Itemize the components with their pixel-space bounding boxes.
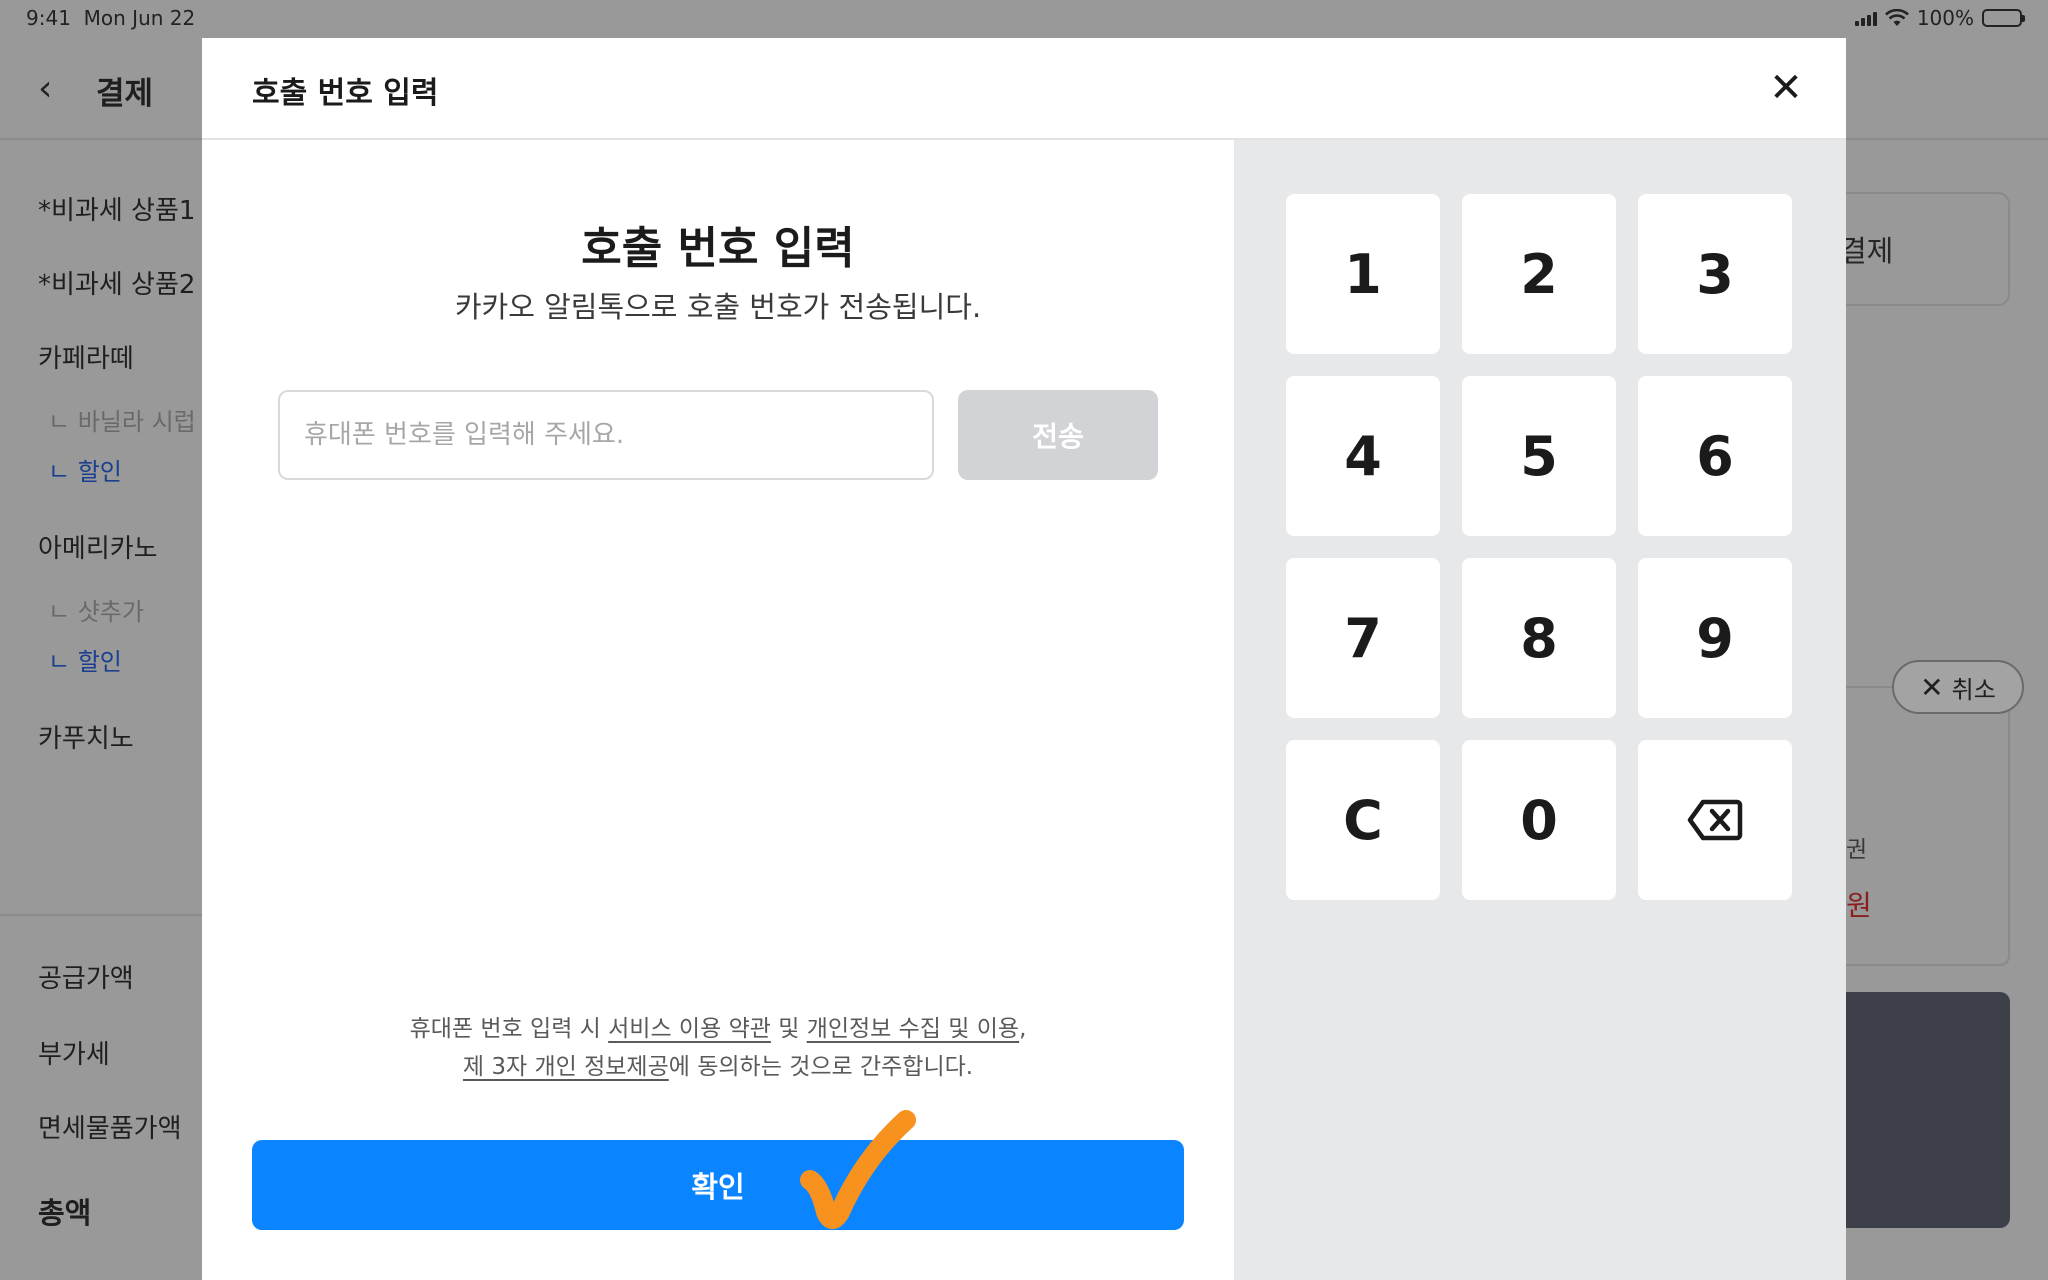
modal-title: 호출 번호 입력: [252, 76, 439, 111]
order-item-option: ㄴ 샷추가: [48, 598, 144, 626]
keypad-key-0[interactable]: 0: [1462, 740, 1616, 900]
order-item: 아메리카노: [38, 534, 158, 564]
keypad-key-3[interactable]: 3: [1638, 194, 1792, 354]
payment-card-label: 결제: [1840, 234, 1894, 268]
cancel-label: 취소: [1951, 675, 1996, 704]
order-item-discount: ㄴ 할인: [48, 458, 122, 486]
tax-free-amount-label: 면세물품가액: [38, 1114, 182, 1144]
keypad-key-8[interactable]: 8: [1462, 558, 1616, 718]
cancel-button[interactable]: ✕ 취소: [1892, 660, 2024, 714]
phone-number-input[interactable]: [278, 390, 934, 480]
coupon-amount: 원: [1846, 889, 1872, 922]
page-title: 결제: [96, 76, 154, 112]
terms-text: 및: [770, 1016, 807, 1042]
number-keypad: 1 2 3 4 5 6 7 8 9 C 0: [1234, 140, 1846, 1280]
terms-text: 휴대폰 번호 입력 시: [409, 1016, 609, 1042]
pane-subtitle: 카카오 알림톡으로 호출 번호가 전송됩니다.: [454, 290, 982, 324]
keypad-key-9[interactable]: 9: [1638, 558, 1792, 718]
terms-text: 에 동의하는 것으로 간주합니다.: [668, 1054, 974, 1080]
order-item: *비과세 상품1: [38, 196, 196, 226]
call-number-modal: 호출 번호 입력 ✕ 호출 번호 입력 카카오 알림톡으로 호출 번호가 전송됩…: [202, 38, 1846, 1280]
backspace-icon: [1687, 799, 1743, 841]
order-item: *비과세 상품2: [38, 270, 196, 300]
terms-notice: 휴대폰 번호 입력 시 서비스 이용 약관 및 개인정보 수집 및 이용, 제 …: [202, 1010, 1234, 1086]
keypad-key-clear[interactable]: C: [1286, 740, 1440, 900]
close-icon: ✕: [1920, 670, 1944, 704]
order-item: 카푸치노: [38, 724, 134, 754]
order-item: 카페라떼: [38, 344, 134, 374]
keypad-key-backspace[interactable]: [1638, 740, 1792, 900]
battery-percent: 100%: [1916, 6, 1974, 30]
summary-divider: [0, 914, 210, 916]
cellular-signal-icon: [1854, 10, 1877, 26]
back-chevron-icon[interactable]: ‹: [38, 71, 66, 107]
order-item-option: ㄴ 바닐라 시럽: [48, 408, 196, 436]
keypad-key-2[interactable]: 2: [1462, 194, 1616, 354]
terms-text: ,: [1019, 1016, 1027, 1042]
send-button[interactable]: 전송: [958, 390, 1158, 480]
keypad-key-1[interactable]: 1: [1286, 194, 1440, 354]
keypad-key-6[interactable]: 6: [1638, 376, 1792, 536]
total-label: 총액: [38, 1196, 92, 1230]
wifi-icon: [1884, 9, 1909, 26]
supply-amount-label: 공급가액: [38, 964, 134, 994]
vat-label: 부가세: [38, 1040, 110, 1070]
keypad-key-7[interactable]: 7: [1286, 558, 1440, 718]
coupon-label: 권: [1846, 837, 1868, 863]
payment-detail-panel: [1820, 686, 2010, 966]
keypad-key-4[interactable]: 4: [1286, 376, 1440, 536]
phone-entry-pane: 호출 번호 입력 카카오 알림톡으로 호출 번호가 전송됩니다. 전송 휴대폰 …: [202, 140, 1234, 1280]
status-time: 9:41 Mon Jun 22: [26, 6, 196, 30]
battery-icon: [1982, 9, 2025, 27]
pane-heading: 호출 번호 입력: [581, 223, 855, 274]
third-party-provision-link[interactable]: 제 3자 개인 정보제공: [463, 1054, 669, 1080]
order-item-discount: ㄴ 할인: [48, 648, 122, 676]
modal-header: 호출 번호 입력 ✕: [202, 38, 1846, 140]
confirm-button[interactable]: 확인: [252, 1140, 1184, 1230]
pay-button[interactable]: [1820, 992, 2010, 1228]
status-right: 100%: [1854, 6, 2025, 30]
service-terms-link[interactable]: 서비스 이용 약관: [608, 1016, 771, 1042]
keypad-key-5[interactable]: 5: [1462, 376, 1616, 536]
privacy-collection-link[interactable]: 개인정보 수집 및 이용: [807, 1016, 1019, 1042]
close-icon[interactable]: ✕: [1766, 68, 1806, 108]
status-bar: 9:41 Mon Jun 22 100%: [0, 0, 2048, 38]
